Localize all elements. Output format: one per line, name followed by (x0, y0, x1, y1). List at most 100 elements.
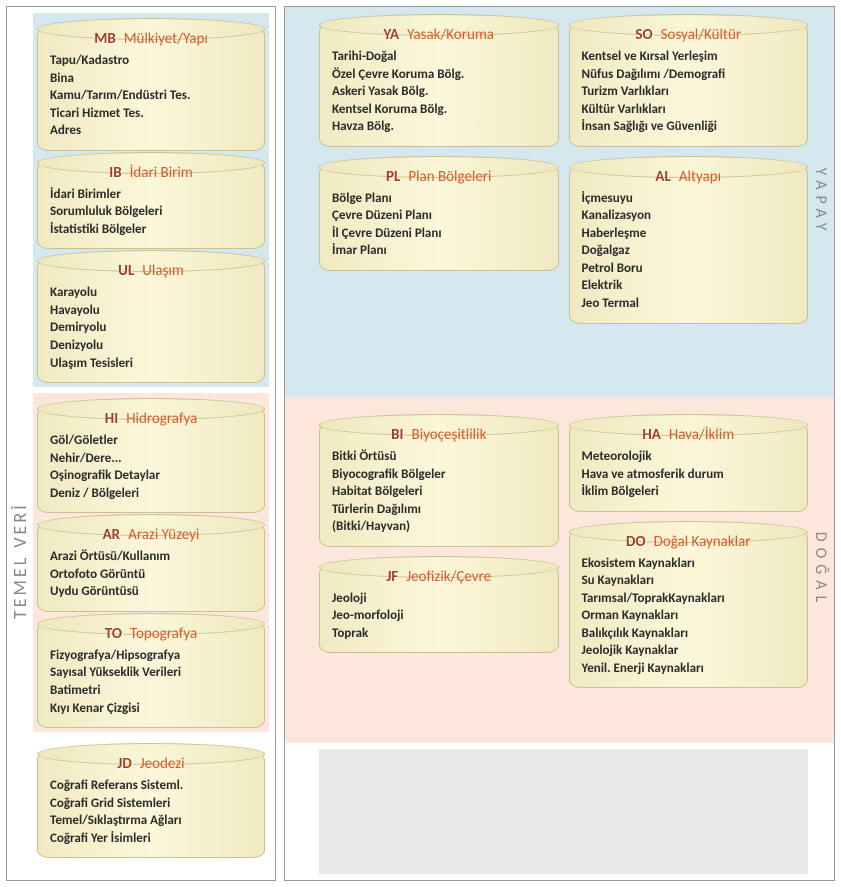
category-code: HA (642, 426, 661, 444)
category-item: Elektrik (582, 277, 796, 295)
category-item: Orman Kaynakları (582, 607, 796, 625)
category-item: Karayolu (50, 284, 252, 302)
category-header: JD Jeodezi (50, 755, 252, 773)
category-item: Haberleşme (582, 225, 796, 243)
category-header: DODoğal Kaynaklar (582, 533, 796, 551)
category-item: Kentsel ve Kırsal Yerleşim (582, 48, 796, 66)
category-item: Doğalgaz (582, 242, 796, 260)
category-ha: HAHava/İklim MeteorolojikHava ve atmosfer… (569, 423, 809, 512)
category-item: Ticari Hizmet Tes. (50, 105, 252, 123)
category-item: Biyocografik Bölgeler (332, 466, 546, 484)
category-item: Türlerin Dağılımı (332, 501, 546, 519)
left-column-label: TEMEL VERİ (9, 502, 31, 619)
category-code: UL (118, 262, 134, 280)
category-item: Kamu/Tarım/Endüstri Tes. (50, 87, 252, 105)
category-item: Adres (50, 122, 252, 140)
category-code: HI (105, 410, 118, 428)
category-header: ALAltyapı (582, 168, 796, 186)
category-title: Arazi Yüzeyi (128, 526, 199, 544)
category-item: Sayısal Yükseklik Verileri (50, 664, 252, 682)
category-items: Coğrafi Referans Sisteml.Coğrafi Grid Si… (50, 777, 252, 847)
category-items: Göl/GöletlerNehir/Dere...Oşinografik Det… (50, 432, 252, 502)
category-ul: ULUlaşımKarayoluHavayoluDemiryoluDenizyo… (37, 259, 265, 383)
category-item: Göl/Göletler (50, 432, 252, 450)
right-pink-col1: BIBiyoçeşitlilikBitki ÖrtüsüBiyocografik… (319, 403, 559, 653)
category-code: AR (103, 526, 121, 544)
category-item: (Bitki/Hayvan) (332, 518, 546, 536)
category-header: SO Sosyal/Kültür (582, 26, 796, 44)
category-title: Yasak/Koruma (407, 26, 494, 44)
category-title: İdari Birim (130, 164, 193, 182)
category-item: İl Çevre Düzeni Planı (332, 225, 546, 243)
category-mb: MBMülkiyet/YapıTapu/KadastroBinaKamu/Tar… (37, 27, 265, 151)
category-items: KarayoluHavayoluDemiryoluDenizyoluUlaşım… (50, 284, 252, 372)
category-item: Jeolojik Kaynaklar (582, 642, 796, 660)
left-blue-zone: MBMülkiyet/YapıTapu/KadastroBinaKamu/Tar… (33, 13, 269, 387)
right-blue-zone: YA Yasak/Koruma Tarihi-DoğalÖzel Çevre Kor… (285, 7, 834, 397)
category-item: Oşinografik Detaylar (50, 467, 252, 485)
right-pink-zone: BIBiyoçeşitlilikBitki ÖrtüsüBiyocografik… (285, 397, 834, 743)
category-item: Demiryolu (50, 319, 252, 337)
category-title: Doğal Kaynaklar (654, 533, 751, 551)
category-code: MB (94, 30, 116, 48)
category-item: İklim Bölgeleri (582, 483, 796, 501)
category-items: Tarihi-DoğalÖzel Çevre Koruma Bölg.Asker… (332, 48, 546, 136)
category-al: ALAltyapıİçmesuyuKanalizasyonHaberleşmeD… (569, 165, 809, 324)
category-item: Fizyografya/Hipsografya (50, 647, 252, 665)
category-code: IB (109, 164, 121, 182)
category-item: Toprak (332, 625, 546, 643)
category-item: Petrol Boru (582, 260, 796, 278)
left-column: TEMEL VERİ MBMülkiyet/YapıTapu/KadastroB… (6, 6, 276, 881)
right-gray-zone (319, 749, 808, 874)
category-bi: BIBiyoçeşitlilikBitki ÖrtüsüBiyocografik… (319, 423, 559, 547)
category-code: JD (117, 755, 131, 773)
category-jd: JDJeodeziCoğrafi Referans Sisteml.Coğraf… (37, 752, 265, 858)
category-ya: YA Yasak/Koruma Tarihi-DoğalÖzel Çevre Kor… (319, 23, 559, 147)
category-jf: JFJeofizik/Çevre JeolojiJeo-morfolojiTopr… (319, 565, 559, 654)
category-items: JeolojiJeo-morfolojiToprak (332, 590, 546, 643)
right-blue-col1: YA Yasak/Koruma Tarihi-DoğalÖzel Çevre Kor… (319, 13, 559, 271)
category-item: Özel Çevre Koruma Bölg. (332, 66, 546, 84)
category-code: SO (635, 26, 652, 44)
category-item: Habitat Bölgeleri (332, 483, 546, 501)
category-title: Mülkiyet/Yapı (124, 30, 208, 48)
category-item: Havza Bölg. (332, 118, 546, 136)
category-item: İstatistiki Bölgeler (50, 221, 252, 239)
category-header: AR Arazi Yüzeyi (50, 526, 252, 544)
category-item: Turizm Varlıkları (582, 83, 796, 101)
right-column: TEMATİK VERİ YAYasak/KorumaTarihi-DoğalÖ… (284, 6, 835, 881)
category-items: Fizyografya/HipsografyaSayısal Yükseklik… (50, 647, 252, 717)
category-item: Tarımsal/ToprakKaynakları (582, 590, 796, 608)
category-header: BIBiyoçeşitlilik (332, 426, 546, 444)
category-item: Meteorolojik (582, 448, 796, 466)
category-title: Sosyal/Kültür (661, 26, 741, 44)
category-title: Plan Bölgeleri (408, 168, 491, 186)
category-title: Hidrografya (126, 410, 197, 428)
category-header: PLPlan Bölgeleri (332, 168, 546, 186)
category-header: TOTopografya (50, 625, 252, 643)
category-item: Jeo-morfoloji (332, 607, 546, 625)
category-title: Altyapı (679, 168, 721, 186)
category-header: JFJeofizik/Çevre (332, 568, 546, 586)
category-item: Nüfus Dağılımı /Demografi (582, 66, 796, 84)
category-item: Bölge Planı (332, 190, 546, 208)
category-item: İnsan Sağlığı ve Güvenliği (582, 118, 796, 136)
left-pink-zone: HI Hidrografya Göl/GöletlerNehir/Dere...Oş… (33, 393, 269, 732)
category-hi: HI Hidrografya Göl/GöletlerNehir/Dere...Oş… (37, 407, 265, 513)
category-item: Su Kaynakları (582, 572, 796, 590)
category-item: Arazi Örtüsü/Kullanım (50, 548, 252, 566)
category-item: Kültür Varlıkları (582, 101, 796, 119)
category-item: Bina (50, 70, 252, 88)
category-item: Coğrafi Referans Sisteml. (50, 777, 252, 795)
category-header: HAHava/İklim (582, 426, 796, 444)
category-item: Temel/Sıklaştırma Ağları (50, 812, 252, 830)
category-item: Hava ve atmosferik durum (582, 466, 796, 484)
category-item: Coğrafi Yer İsimleri (50, 830, 252, 848)
category-header: MB Mülkiyet/Yapı (50, 30, 252, 48)
category-items: MeteorolojikHava ve atmosferik durumİkli… (582, 448, 796, 501)
category-item: Deniz / Bölgeleri (50, 485, 252, 503)
category-title: Jeodezi (140, 755, 185, 773)
category-item: Coğrafi Grid Sistemleri (50, 795, 252, 813)
category-code: YA (384, 26, 400, 44)
category-item: Kıyı Kenar Çizgisi (50, 700, 252, 718)
